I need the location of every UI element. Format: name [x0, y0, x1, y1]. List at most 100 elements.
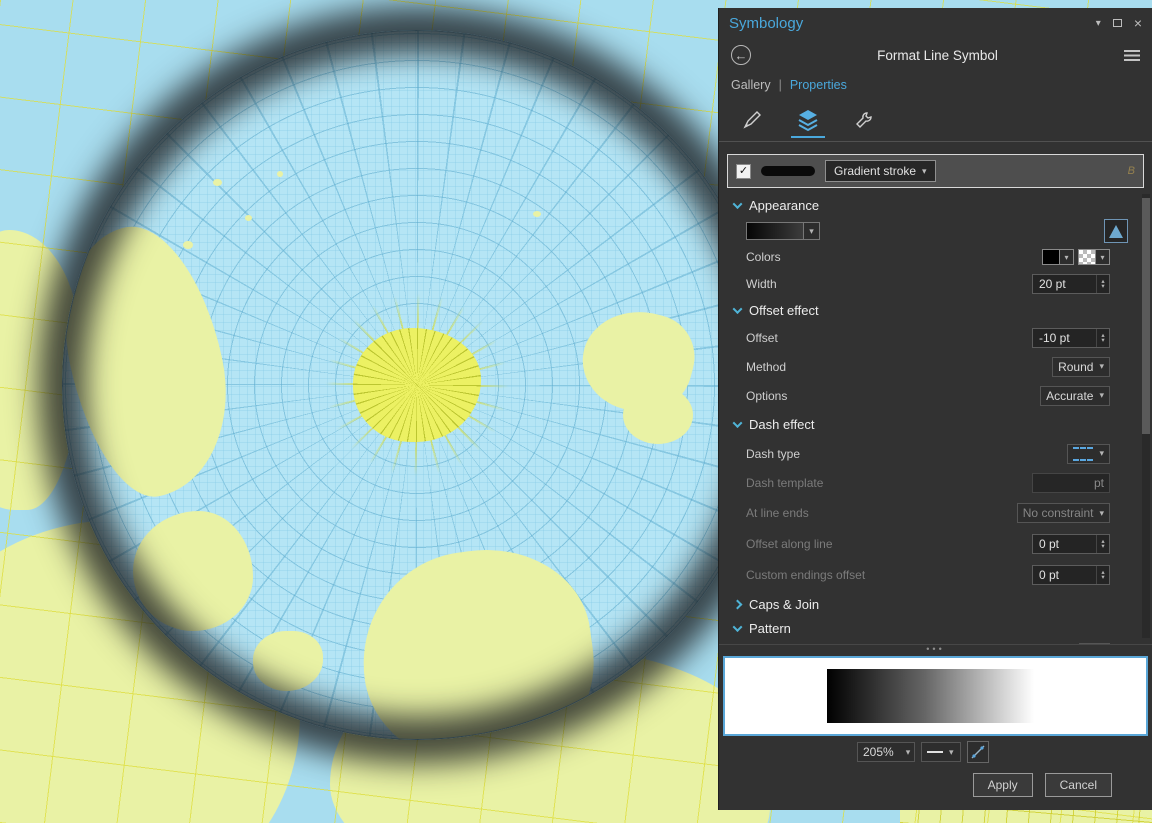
pane-titlebar: Symbology ▾ ×: [719, 8, 1152, 38]
offset-along-line-label: Offset along line: [746, 536, 833, 551]
properties-scroll-area: Appearance ▾ Colors ▾ ▾ Width 20 pt ▴ ▾ …: [719, 188, 1152, 644]
properties-icon-tabs: [719, 98, 1152, 142]
back-button[interactable]: ←: [731, 45, 751, 65]
spinner-down-icon: ▾: [1101, 542, 1105, 550]
tab-layers-icon[interactable]: [791, 103, 825, 138]
offset-label: Offset: [746, 331, 778, 345]
pane-title: Symbology: [729, 14, 804, 32]
island-dot: [213, 179, 222, 186]
color-start-dropdown[interactable]: ▾: [1042, 249, 1074, 265]
spinner-down-icon: ▾: [1101, 337, 1105, 344]
scrollbar-thumb[interactable]: [1142, 198, 1150, 434]
inner-landmass-bottom-left: [253, 631, 323, 691]
section-caps-join[interactable]: Caps & Join: [719, 591, 1152, 617]
colors-label: Colors: [746, 250, 781, 264]
options-label: Options: [746, 388, 788, 403]
at-line-ends-row: At line ends No constraint ▾: [719, 498, 1152, 528]
dash-pattern-icon: [1073, 446, 1094, 461]
chevron-down-icon: ▾: [1099, 507, 1104, 518]
spinner-down-icon: ▾: [1101, 282, 1105, 290]
at-line-ends-label: At line ends: [746, 506, 809, 520]
tab-properties[interactable]: Properties: [790, 78, 847, 92]
section-dash-effect[interactable]: Dash effect: [719, 410, 1152, 439]
polar-projection-globe: [62, 30, 772, 740]
section-offset-effect[interactable]: Offset effect: [719, 297, 1152, 324]
method-row: Method Round ▾: [719, 352, 1152, 381]
close-icon[interactable]: ×: [1134, 16, 1142, 30]
cancel-button[interactable]: Cancel: [1044, 773, 1112, 797]
dash-template-label: Dash template: [746, 476, 824, 490]
preview-snap-button[interactable]: [967, 741, 989, 763]
dash-type-row: Dash type ▾: [719, 439, 1152, 468]
width-label: Width: [746, 276, 777, 291]
chevron-down-icon: ▾: [949, 746, 954, 757]
apply-button[interactable]: Apply: [972, 773, 1033, 797]
gradient-peak-icon: [1109, 224, 1123, 238]
preview-controls: 205% ▾ ▾: [719, 736, 1152, 768]
chevron-down-icon: [732, 621, 743, 632]
island-dot: [245, 215, 252, 221]
dash-type-label: Dash type: [746, 446, 801, 461]
tab-general-brush-icon[interactable]: [737, 103, 767, 137]
line-symbol-sample: [761, 166, 815, 176]
gradient-swatch-dropdown[interactable]: ▾: [746, 222, 820, 240]
offset-row: Offset -10 pt ▴ ▾: [719, 324, 1152, 352]
hamburger-menu-icon[interactable]: [1124, 49, 1140, 61]
action-buttons: Apply Cancel: [719, 768, 1152, 802]
inner-landmass-bottom: [349, 536, 607, 739]
stroke-type-label: Gradient stroke: [834, 164, 917, 178]
chevron-down-icon: [732, 418, 743, 429]
chevron-down-icon: [732, 304, 743, 315]
chevron-down-icon: ▾: [1099, 361, 1104, 371]
section-appearance[interactable]: Appearance: [719, 192, 1152, 218]
chevron-down-icon: ▾: [804, 222, 820, 240]
vertical-scrollbar[interactable]: [1142, 194, 1150, 638]
zoom-level-dropdown[interactable]: 205% ▾: [857, 742, 915, 762]
offset-along-line-spinner: 0 pt ▴ ▾: [1032, 533, 1110, 554]
width-spinner[interactable]: 20 pt ▴ ▾: [1032, 273, 1110, 294]
transparent-color-swatch: [1078, 249, 1096, 265]
offset-spinner[interactable]: -10 pt ▴ ▾: [1032, 328, 1110, 348]
pane-splitter-handle[interactable]: •••: [719, 644, 1152, 654]
section-pattern[interactable]: Pattern: [719, 617, 1152, 639]
gradient-swatch: [746, 222, 804, 240]
dash-type-dropdown[interactable]: ▾: [1067, 443, 1110, 464]
black-color-swatch: [1042, 249, 1060, 265]
tab-gallery[interactable]: Gallery: [731, 78, 771, 92]
offset-along-line-row: Offset along line 0 pt ▴ ▾: [719, 528, 1152, 559]
chevron-down-icon: ▾: [905, 746, 911, 757]
pattern-type-row-clipped: T C ▾: [719, 639, 1152, 644]
layer-visibility-checkbox[interactable]: ✓: [736, 163, 751, 179]
island-dot: [533, 211, 541, 217]
colors-row: Colors ▾ ▾: [719, 244, 1152, 270]
at-line-ends-dropdown: No constraint ▾: [1016, 503, 1110, 523]
width-row: Width 20 pt ▴ ▾: [719, 270, 1152, 297]
chevron-down-icon: ▾: [1099, 390, 1104, 400]
symbology-pane: Symbology ▾ × ← Format Line Symbol Galle…: [718, 8, 1152, 810]
tab-separator: |: [778, 78, 782, 92]
color-end-dropdown[interactable]: ▾: [1078, 249, 1110, 265]
inner-landmass-left: [63, 213, 248, 509]
method-label: Method: [746, 359, 787, 374]
chevron-down-icon: ▾: [1096, 249, 1110, 265]
options-dropdown[interactable]: Accurate ▾: [1040, 385, 1110, 406]
dash-template-row: Dash template pt: [719, 468, 1152, 498]
layer-badge-icon: B: [1127, 165, 1135, 177]
tab-structure-wrench-icon[interactable]: [849, 103, 879, 137]
gradient-swatch-row: ▾: [719, 218, 1152, 244]
page-title: Format Line Symbol: [877, 47, 998, 63]
symbol-preview-box[interactable]: [723, 656, 1148, 736]
method-dropdown[interactable]: Round ▾: [1052, 356, 1110, 377]
dash-template-input: pt: [1032, 473, 1110, 493]
float-pane-icon[interactable]: [1112, 19, 1122, 27]
pane-menu-caret-icon[interactable]: ▾: [1096, 18, 1101, 29]
pattern-type-dropdown[interactable]: C ▾: [1078, 642, 1110, 644]
stroke-type-dropdown[interactable]: Gradient stroke ▾: [825, 160, 936, 182]
island-dot: [183, 241, 193, 249]
symbol-layer-row[interactable]: ✓ Gradient stroke ▾ B: [727, 154, 1144, 188]
chevron-right-icon: [732, 599, 743, 609]
preview-geometry-dropdown[interactable]: ▾: [921, 742, 961, 762]
island-dot: [277, 171, 283, 177]
gradient-editor-button[interactable]: [1104, 219, 1128, 243]
chevron-down-icon: ▾: [1099, 448, 1104, 458]
